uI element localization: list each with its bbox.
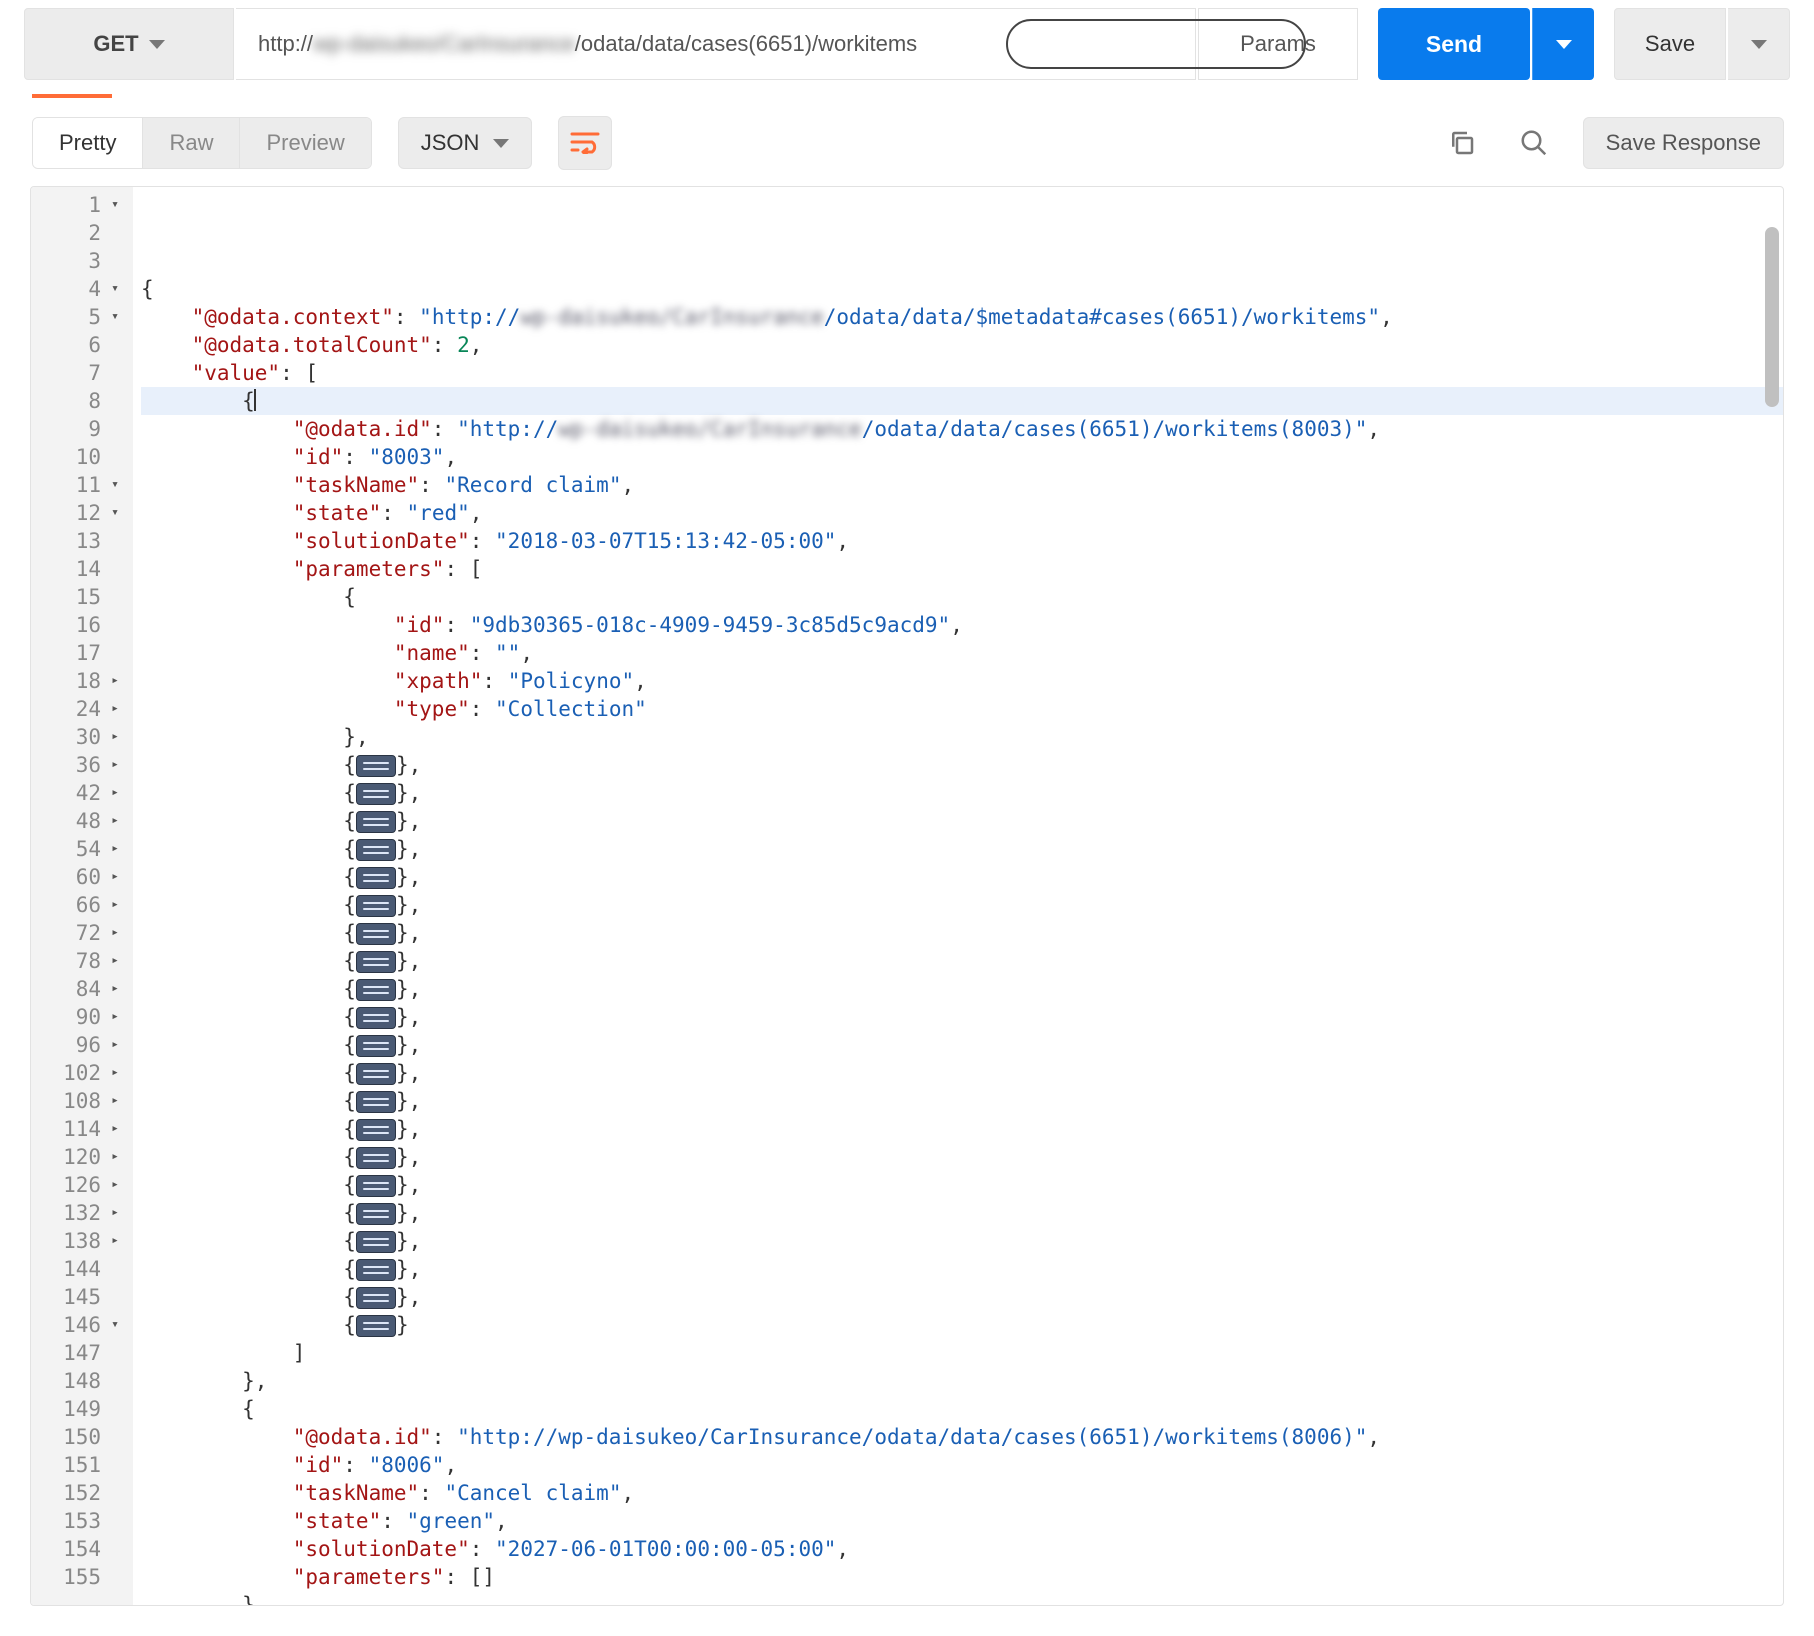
code-area[interactable]: { "@odata.context": "http://wp-daisukeo/… [133, 187, 1783, 1605]
response-view-tabs: Pretty Raw Preview [32, 117, 372, 169]
url-input[interactable]: http://wp-daisukeo/CarInsurance/odata/da… [236, 8, 1196, 80]
line-number-gutter[interactable]: 1▾234▾5▾67891011▾12▾131415161718▸24▸30▸3… [31, 187, 133, 1605]
params-button[interactable]: Params [1198, 8, 1358, 80]
http-method-dropdown[interactable]: GET [24, 8, 234, 80]
save-dropdown[interactable] [1728, 8, 1790, 80]
tab-preview[interactable]: Preview [240, 118, 370, 168]
chevron-down-icon [1556, 40, 1572, 49]
save-button[interactable]: Save [1614, 8, 1726, 80]
copy-response-button[interactable] [1439, 120, 1485, 166]
active-tab-underline [32, 94, 112, 98]
chevron-down-icon [1751, 40, 1767, 49]
tab-raw[interactable]: Raw [143, 118, 240, 168]
chevron-down-icon [149, 40, 165, 49]
format-dropdown[interactable]: JSON [398, 117, 533, 169]
response-toolbar: Pretty Raw Preview JSON Save Response [12, 110, 1802, 180]
scrollbar-thumb[interactable] [1765, 227, 1779, 407]
wrap-lines-button[interactable] [558, 116, 612, 170]
request-bar: GET http://wp-daisukeo/CarInsurance/odat… [24, 8, 1790, 80]
tab-pretty[interactable]: Pretty [33, 118, 143, 168]
wrap-icon [570, 130, 600, 157]
http-method-label: GET [93, 31, 138, 57]
save-response-button[interactable]: Save Response [1583, 117, 1784, 169]
search-response-button[interactable] [1511, 120, 1557, 166]
send-button[interactable]: Send [1378, 8, 1530, 80]
response-body-editor[interactable]: 1▾234▾5▾67891011▾12▾131415161718▸24▸30▸3… [30, 186, 1784, 1606]
chevron-down-icon [493, 139, 509, 148]
send-dropdown[interactable] [1532, 8, 1594, 80]
